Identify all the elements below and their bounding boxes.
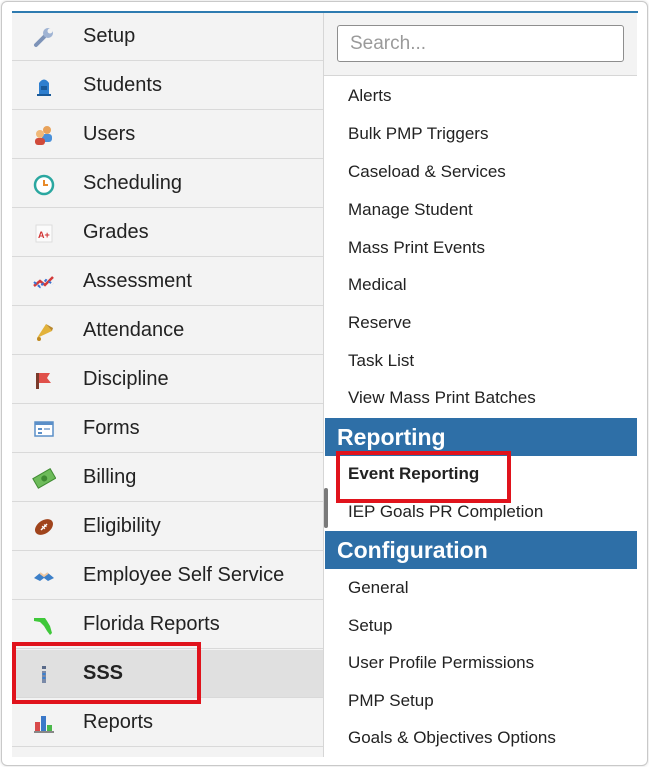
menu-item-label: Florida Reports	[83, 613, 220, 635]
scrollbar-thumb[interactable]	[324, 488, 328, 528]
menu-item-scheduling[interactable]: Scheduling	[12, 160, 323, 208]
clock-icon	[32, 172, 56, 196]
menu-item-label: Scheduling	[83, 172, 182, 194]
menu-item-assessment[interactable]: Assessment	[12, 258, 323, 306]
menu-item-label: Setup	[83, 25, 136, 47]
submenu-item-general[interactable]: General	[348, 578, 408, 598]
bell-icon	[32, 319, 56, 343]
assessment-chart-icon	[32, 270, 56, 294]
submenu-item-goals-objectives-options[interactable]: Goals & Objectives Options	[348, 728, 556, 748]
menu-item-label: Discipline	[83, 368, 169, 390]
submenu-item-task-list[interactable]: Task List	[348, 351, 414, 371]
menu-item-label: Forms	[83, 417, 140, 439]
menu-item-discipline[interactable]: Discipline	[12, 356, 323, 404]
menu-item-forms[interactable]: Forms	[12, 405, 323, 453]
menu-item-billing[interactable]: Billing	[12, 454, 323, 502]
menu-item-attendance[interactable]: Attendance	[12, 307, 323, 355]
submenu-item-medical[interactable]: Medical	[348, 275, 407, 295]
submenu-item-user-profile-permissions[interactable]: User Profile Permissions	[348, 653, 534, 673]
menu-item-reports[interactable]: Reports	[12, 699, 323, 747]
menu-item-label: Eligibility	[83, 515, 161, 537]
menu-item-grades[interactable]: A+ Grades	[12, 209, 323, 257]
submenu-item-caseload-services[interactable]: Caseload & Services	[348, 162, 506, 182]
form-icon	[32, 417, 56, 441]
submenu-item-pmp-setup[interactable]: PMP Setup	[348, 691, 434, 711]
grades-icon: A+	[32, 221, 56, 245]
search-bar	[324, 13, 637, 76]
menu-item-employee-self-service[interactable]: Employee Self Service	[12, 552, 323, 600]
submenu-panel: Alerts Bulk PMP Triggers Caseload & Serv…	[324, 13, 637, 757]
submenu-item-view-mass-print-batches[interactable]: View Mass Print Batches	[348, 388, 536, 408]
student-icon	[32, 74, 56, 98]
submenu-item-iep-goals-pr-completion[interactable]: IEP Goals PR Completion	[348, 502, 543, 522]
menu-item-label: Attendance	[83, 319, 185, 341]
menu-item-users[interactable]: Users	[12, 111, 323, 159]
money-icon	[32, 466, 56, 490]
menu-item-label: Users	[83, 123, 136, 145]
submenu-item-mass-print-events[interactable]: Mass Print Events	[348, 238, 485, 258]
bar-chart-icon	[32, 711, 56, 735]
menu-item-label: Grades	[83, 221, 149, 243]
florida-map-icon	[32, 613, 56, 637]
menu-item-label: Assessment	[83, 270, 192, 292]
menu-item-students[interactable]: Students	[12, 62, 323, 110]
menu-item-label: Billing	[83, 466, 137, 488]
submenu-item-alerts[interactable]: Alerts	[348, 86, 391, 106]
menu-item-label: Employee Self Service	[83, 564, 285, 586]
users-icon	[32, 123, 56, 147]
menu-item-setup[interactable]: Setup	[12, 13, 323, 61]
section-header-configuration: Configuration	[325, 531, 637, 569]
handshake-icon	[32, 564, 56, 588]
search-input[interactable]	[337, 25, 624, 62]
menu-item-label: Students	[83, 74, 162, 96]
submenu-item-setup[interactable]: Setup	[348, 616, 392, 636]
wrench-icon	[32, 25, 56, 49]
submenu-item-bulk-pmp-triggers[interactable]: Bulk PMP Triggers	[348, 124, 488, 144]
menu-item-eligibility[interactable]: Eligibility	[12, 503, 323, 551]
discipline-flag-icon	[32, 368, 56, 392]
football-icon	[32, 515, 56, 539]
highlight-box-event-reporting	[336, 451, 511, 503]
svg-text:A+: A+	[38, 230, 50, 240]
menu-item-label: Reports	[83, 711, 154, 733]
submenu-item-manage-student[interactable]: Manage Student	[348, 200, 473, 220]
submenu-item-reserve[interactable]: Reserve	[348, 313, 411, 333]
highlight-box-sss	[12, 642, 201, 704]
